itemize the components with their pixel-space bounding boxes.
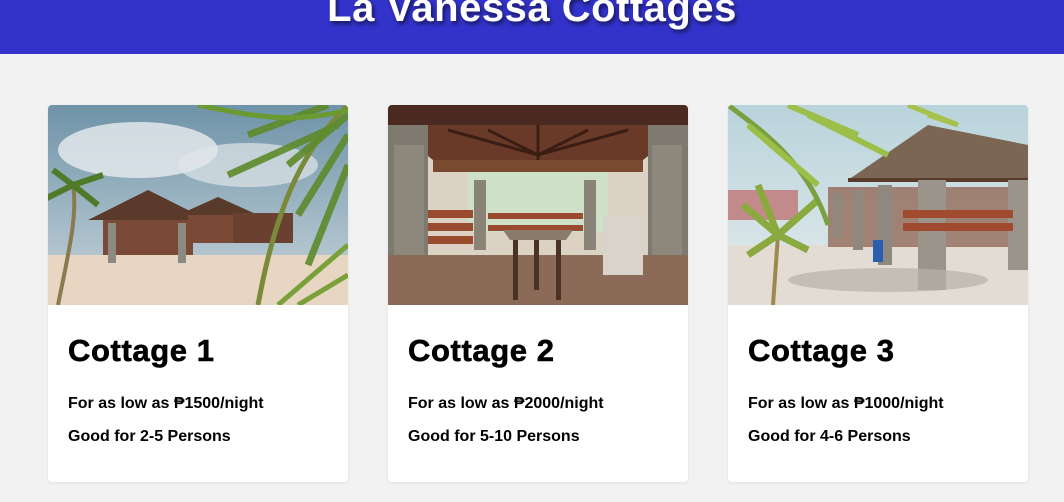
cottage-capacity: Good for 4-6 Persons bbox=[748, 428, 911, 445]
cottage-title: Cottage 3 bbox=[748, 333, 895, 369]
cottage-3-photo bbox=[728, 105, 1028, 305]
cottage-price: For as low as ₱2000/night bbox=[408, 395, 604, 412]
site-header: La Vanessa Cottages bbox=[0, 0, 1064, 54]
cottage-card[interactable]: Cottage 1 For as low as ₱1500/night Good… bbox=[48, 105, 348, 482]
cottage-price: For as low as ₱1500/night bbox=[68, 395, 264, 412]
cottage-card[interactable]: Cottage 2 For as low as ₱2000/night Good… bbox=[388, 105, 688, 482]
cottage-title: Cottage 1 bbox=[68, 333, 215, 369]
cottage-1-photo bbox=[48, 105, 348, 305]
cottage-capacity: Good for 2-5 Persons bbox=[68, 428, 231, 445]
cottage-capacity: Good for 5-10 Persons bbox=[408, 428, 580, 445]
site-title: La Vanessa Cottages bbox=[327, 0, 737, 30]
cottage-price: For as low as ₱1000/night bbox=[748, 395, 944, 412]
cottage-2-photo bbox=[388, 105, 688, 305]
cottage-card[interactable]: Cottage 3 For as low as ₱1000/night Good… bbox=[728, 105, 1028, 482]
cottage-title: Cottage 2 bbox=[408, 333, 555, 369]
